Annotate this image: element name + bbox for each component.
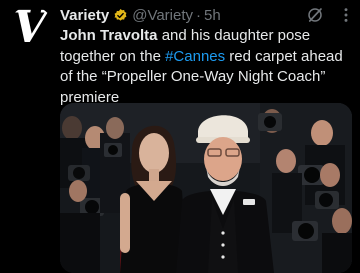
header-actions — [306, 4, 354, 26]
author-handle[interactable]: @Variety — [132, 7, 193, 24]
tweet-bold-lead: John Travolta — [60, 27, 158, 44]
tweet-text: John Travolta and his daughter pose toge… — [60, 26, 352, 108]
author-name[interactable]: Variety — [60, 7, 109, 24]
grok-icon[interactable] — [306, 6, 324, 24]
hashtag-link[interactable]: #Cannes — [165, 48, 225, 65]
variety-logo: V — [12, 6, 48, 52]
red-carpet-photo — [60, 103, 352, 273]
avatar[interactable]: V — [8, 6, 54, 52]
tweet-photo[interactable] — [60, 103, 352, 273]
post-time[interactable]: 5h — [204, 7, 221, 24]
verified-badge-icon — [114, 8, 127, 21]
separator-dot: · — [196, 6, 202, 24]
tweet-body: Variety @Variety · 5h John Travolta and … — [60, 4, 354, 108]
more-icon[interactable] — [338, 7, 354, 23]
